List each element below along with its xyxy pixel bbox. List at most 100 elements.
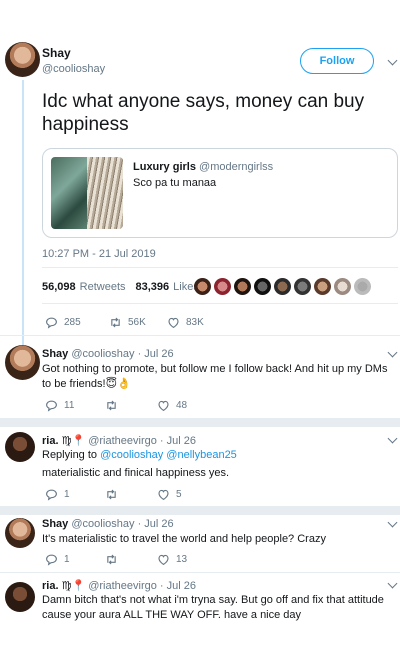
liker-avatar[interactable] bbox=[254, 278, 271, 295]
reply-text: Damn bitch that's not what i'm tryna say… bbox=[42, 594, 384, 621]
reply-text-body: Got nothing to promote, but follow me I … bbox=[42, 363, 388, 390]
avatar[interactable] bbox=[5, 518, 35, 548]
reply-author-handle[interactable]: @coolioshay bbox=[71, 348, 134, 360]
reply-actions: 11 48 bbox=[45, 399, 187, 412]
divider bbox=[42, 267, 398, 268]
thread-separator bbox=[0, 506, 400, 515]
tweet-timestamp[interactable]: 10:27 PM - 21 Jul 2019 bbox=[42, 248, 156, 260]
retweets-label[interactable]: Retweets bbox=[80, 281, 126, 293]
replying-to-prefix: Replying to bbox=[42, 449, 98, 461]
like-icon bbox=[158, 400, 169, 412]
avatar[interactable] bbox=[5, 42, 40, 77]
reply-author: Shay @coolioshay · Jul 26 bbox=[42, 348, 174, 360]
reply-date[interactable]: · Jul 26 bbox=[160, 435, 196, 447]
reply-date[interactable]: · Jul 26 bbox=[138, 518, 174, 530]
retweet-icon bbox=[107, 489, 116, 500]
liker-avatar[interactable] bbox=[194, 278, 211, 295]
liker-avatar[interactable] bbox=[294, 278, 311, 295]
retweet-button[interactable] bbox=[105, 399, 157, 412]
liker-avatar[interactable] bbox=[214, 278, 231, 295]
reply-author-name[interactable]: ria. bbox=[42, 580, 59, 592]
avatar[interactable] bbox=[5, 582, 35, 612]
reply-count: 1 bbox=[64, 554, 70, 565]
reply-text: It's materialistic to travel the world a… bbox=[42, 533, 326, 545]
like-count: 48 bbox=[176, 400, 188, 411]
replying-to: Replying to @coolioshay @nellybean25 bbox=[42, 448, 237, 463]
reply-date[interactable]: · Jul 26 bbox=[160, 580, 196, 592]
reply-author-emojis: ♍📍 bbox=[61, 435, 86, 447]
reply-actions: 1 13 bbox=[45, 553, 187, 566]
like-button[interactable]: 5 bbox=[157, 488, 182, 501]
quoted-tweet-image[interactable] bbox=[51, 157, 123, 229]
tweet-stats: 56,098 Retweets 83,396 Likes bbox=[42, 281, 199, 293]
quoted-tweet-text: Sco pa tu manaa bbox=[133, 177, 217, 189]
thread-separator bbox=[0, 418, 400, 427]
avatar[interactable] bbox=[5, 345, 40, 380]
reply-author: Shay @coolioshay · Jul 26 bbox=[42, 518, 174, 530]
like-button[interactable]: 83K bbox=[167, 316, 204, 329]
retweet-button[interactable]: 56K bbox=[109, 316, 167, 329]
quoted-author: Luxury girls @moderngirlss bbox=[133, 161, 273, 173]
like-button[interactable]: 13 bbox=[157, 553, 187, 566]
reply-text: Got nothing to promote, but follow me I … bbox=[42, 362, 392, 392]
reply-author-handle[interactable]: @riatheevirgo bbox=[88, 435, 157, 447]
liker-avatar[interactable] bbox=[234, 278, 251, 295]
retweets-count[interactable]: 56,098 bbox=[42, 281, 76, 293]
like-icon bbox=[158, 554, 169, 566]
avatar[interactable] bbox=[5, 432, 35, 462]
like-count: 13 bbox=[176, 554, 188, 565]
chevron-down-icon[interactable] bbox=[387, 517, 398, 528]
quoted-author-handle: @moderngirlss bbox=[199, 161, 274, 173]
reply-author-handle[interactable]: @riatheevirgo bbox=[88, 580, 157, 592]
reply-author: ria. ♍📍 @riatheevirgo · Jul 26 bbox=[42, 579, 196, 592]
chevron-down-icon[interactable] bbox=[387, 347, 398, 358]
reply-author-name[interactable]: Shay bbox=[42, 348, 68, 360]
retweet-count: 56K bbox=[128, 317, 146, 328]
reply-count: 285 bbox=[64, 317, 81, 328]
like-count: 5 bbox=[176, 489, 182, 500]
reply-count: 11 bbox=[64, 400, 75, 411]
quoted-tweet[interactable]: Luxury girls @moderngirlss Sco pa tu man… bbox=[42, 148, 398, 238]
chevron-down-icon[interactable] bbox=[387, 578, 398, 589]
author-handle[interactable]: @coolioshay bbox=[42, 63, 105, 75]
reply-button[interactable]: 1 bbox=[45, 553, 105, 566]
reply-date[interactable]: · Jul 26 bbox=[138, 348, 174, 360]
reply-author: ria. ♍📍 @riatheevirgo · Jul 26 bbox=[42, 434, 196, 447]
like-icon bbox=[168, 317, 179, 329]
reply-author-name[interactable]: Shay bbox=[42, 518, 68, 530]
tweet-actions: 285 56K 83K bbox=[45, 316, 204, 329]
reply-button[interactable]: 11 bbox=[45, 399, 105, 412]
reply-actions: 1 5 bbox=[45, 488, 182, 501]
reply-author-handle[interactable]: @coolioshay bbox=[71, 518, 134, 530]
author-name[interactable]: Shay bbox=[42, 46, 71, 60]
retweet-icon bbox=[107, 400, 116, 411]
reply-emojis: 😇👌 bbox=[105, 378, 131, 390]
liker-avatar[interactable] bbox=[314, 278, 331, 295]
reply-icon bbox=[46, 489, 57, 501]
reply-author-name[interactable]: ria. bbox=[42, 435, 59, 447]
reply-icon bbox=[46, 400, 57, 412]
retweet-button[interactable] bbox=[105, 488, 157, 501]
reply-button[interactable]: 1 bbox=[45, 488, 105, 501]
liker-avatar[interactable] bbox=[334, 278, 351, 295]
replying-to-users[interactable]: @coolioshay @nellybean25 bbox=[100, 449, 237, 461]
reply-author-emojis: ♍📍 bbox=[61, 580, 86, 592]
quoted-author-name: Luxury girls bbox=[133, 161, 196, 173]
liker-avatars bbox=[194, 278, 371, 295]
tweet-text: Idc what anyone says, money can buy happ… bbox=[42, 91, 365, 135]
like-count: 83K bbox=[186, 317, 204, 328]
reply-button[interactable]: 285 bbox=[45, 316, 109, 329]
like-button[interactable]: 48 bbox=[157, 399, 187, 412]
liker-avatar[interactable] bbox=[274, 278, 291, 295]
liker-avatar[interactable] bbox=[354, 278, 371, 295]
reply-count: 1 bbox=[64, 489, 70, 500]
chevron-down-icon[interactable] bbox=[387, 433, 398, 444]
divider bbox=[0, 335, 400, 336]
retweet-button[interactable] bbox=[105, 553, 157, 566]
follow-button[interactable]: Follow bbox=[300, 48, 374, 74]
likes-count[interactable]: 83,396 bbox=[136, 281, 170, 293]
divider bbox=[42, 303, 398, 304]
chevron-down-icon[interactable] bbox=[387, 55, 398, 66]
reply-icon bbox=[46, 317, 57, 329]
retweet-icon bbox=[107, 554, 116, 565]
